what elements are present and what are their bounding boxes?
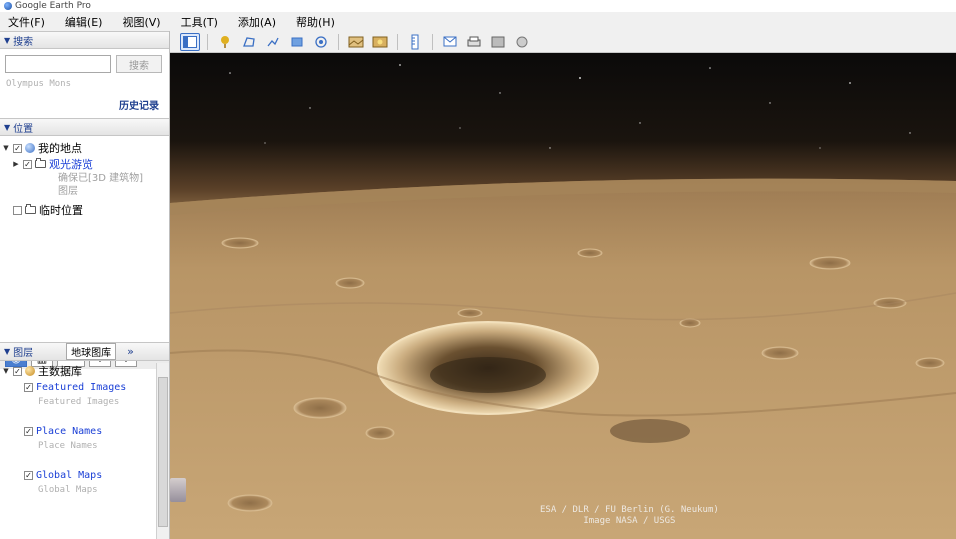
tree-item-subtext: 确保已[3D 建筑物]图层	[58, 173, 144, 197]
checkbox[interactable]: ✓	[24, 382, 33, 392]
more-chevron-icon[interactable]: »	[127, 345, 134, 358]
sidebar-toggle-icon[interactable]	[180, 32, 200, 51]
expand-triangle-icon[interactable]: ▼	[2, 367, 10, 375]
expand-triangle-icon[interactable]: ▶	[12, 160, 20, 168]
search-input[interactable]	[5, 55, 111, 73]
main-toolbar	[170, 31, 956, 53]
record-tour-icon[interactable]	[311, 33, 331, 51]
folder-icon	[25, 204, 36, 214]
menu-view[interactable]: 视图(V)	[122, 14, 160, 30]
toolbar-separator	[207, 33, 208, 50]
list-item[interactable]: 临时位置	[2, 202, 169, 218]
menu-file[interactable]: 文件(F)	[8, 14, 45, 30]
mars-surface-render	[170, 53, 956, 539]
tree-item-label: 临时位置	[39, 204, 83, 217]
search-panel-header[interactable]: ▼ 搜索	[0, 31, 169, 49]
layer-subtext: Featured Images	[38, 397, 120, 407]
toolbar-separator	[432, 33, 433, 50]
list-item[interactable]: ✓ Place Names	[2, 423, 155, 439]
layers-panel-header[interactable]: ▼ 图层 地球图库 »	[0, 342, 169, 361]
tree-item-label: 我的地点	[38, 142, 82, 155]
places-tree: ▼ ✓ 我的地点 ▶ ✓ 观光游览 确保已[3D 建筑物]图层 临时位置	[0, 136, 169, 218]
folder-icon	[35, 158, 46, 168]
checkbox[interactable]: ✓	[23, 159, 32, 169]
collapse-triangle-icon: ▼	[4, 35, 11, 45]
checkbox[interactable]	[13, 205, 22, 215]
list-item[interactable]: ✓ Global Maps	[2, 467, 155, 483]
sidebar: ▼ 搜索 搜索 Olympus Mons 历史记录 ▼ 位置 ▼ ✓ 我的地点 …	[0, 31, 170, 539]
toolbar-separator	[397, 33, 398, 50]
list-item[interactable]: ▶ ✓ 观光游览	[2, 156, 169, 172]
search-row: 搜索	[0, 49, 169, 73]
earth-gallery-tab[interactable]: 地球图库	[66, 343, 117, 360]
tree-item-label: 观光游览	[49, 158, 93, 171]
layers-scrollbar[interactable]	[156, 363, 169, 539]
places-panel-title: 位置	[13, 123, 34, 135]
search-hint: Olympus Mons	[6, 79, 72, 89]
list-item[interactable]: ▼ ✓ 我的地点	[2, 140, 169, 156]
menu-edit[interactable]: 编辑(E)	[65, 14, 103, 30]
places-panel-header[interactable]: ▼ 位置	[0, 118, 169, 136]
my-places-icon	[25, 143, 35, 153]
credit-line-1: ESA / DLR / FU Berlin (G. Neukum)	[540, 505, 719, 515]
expand-triangle-icon[interactable]: ▼	[2, 144, 10, 152]
layer-label: Global Maps	[36, 469, 103, 481]
collapse-triangle-icon: ▼	[4, 122, 11, 132]
polygon-icon[interactable]	[239, 33, 259, 51]
checkbox[interactable]: ✓	[24, 426, 33, 436]
layer-label: Place Names	[36, 425, 103, 437]
checkbox[interactable]: ✓	[13, 143, 22, 153]
view-in-maps-icon[interactable]	[512, 33, 532, 51]
database-globe-icon	[25, 366, 35, 376]
layer-label: Featured Images	[36, 381, 127, 393]
window-title: Google Earth Pro	[15, 1, 91, 11]
toolbar-separator	[338, 33, 339, 50]
layers-tree: ▼ ✓ 主数据库 ✓ Featured Images Featured Imag…	[0, 363, 155, 539]
map-viewport[interactable]: ESA / DLR / FU Berlin (G. Neukum) Image …	[170, 53, 956, 539]
search-button[interactable]: 搜索	[116, 55, 162, 73]
sun-icon[interactable]	[370, 33, 390, 51]
search-panel-title: 搜索	[13, 36, 34, 48]
credit-line-2: Image NASA / USGS	[583, 516, 676, 526]
image-overlay-icon[interactable]	[287, 33, 307, 51]
placemark-icon[interactable]	[215, 33, 235, 51]
checkbox[interactable]: ✓	[13, 366, 22, 376]
save-image-icon[interactable]	[488, 33, 508, 51]
checkbox[interactable]: ✓	[24, 470, 33, 480]
list-item[interactable]: ✓ Featured Images	[2, 379, 155, 395]
tree-item-label: 主数据库	[38, 365, 82, 378]
app-icon	[4, 2, 12, 10]
menu-add[interactable]: 添加(A)	[238, 14, 276, 30]
history-link[interactable]: 历史记录	[0, 89, 169, 112]
title-bar: Google Earth Pro	[0, 0, 956, 12]
collapse-triangle-icon: ▼	[4, 347, 11, 356]
ruler-icon[interactable]	[405, 33, 425, 51]
layer-subtext: Place Names	[38, 441, 98, 451]
list-item[interactable]: ▼ ✓ 主数据库	[2, 363, 155, 379]
email-icon[interactable]	[440, 33, 460, 51]
menu-bar: 文件(F) 编辑(E) 视图(V) 工具(T) 添加(A) 帮助(H)	[0, 12, 956, 31]
layers-panel-title: 图层	[13, 348, 34, 359]
navigation-control[interactable]	[170, 478, 186, 502]
path-icon[interactable]	[263, 33, 283, 51]
menu-tools[interactable]: 工具(T)	[181, 14, 218, 30]
print-icon[interactable]	[464, 33, 484, 51]
layer-subtext: Global Maps	[38, 485, 98, 495]
scrollbar-thumb[interactable]	[158, 377, 168, 527]
menu-help[interactable]: 帮助(H)	[296, 14, 335, 30]
imagery-credit: ESA / DLR / FU Berlin (G. Neukum) Image …	[540, 505, 719, 527]
historical-imagery-icon[interactable]	[346, 33, 366, 51]
